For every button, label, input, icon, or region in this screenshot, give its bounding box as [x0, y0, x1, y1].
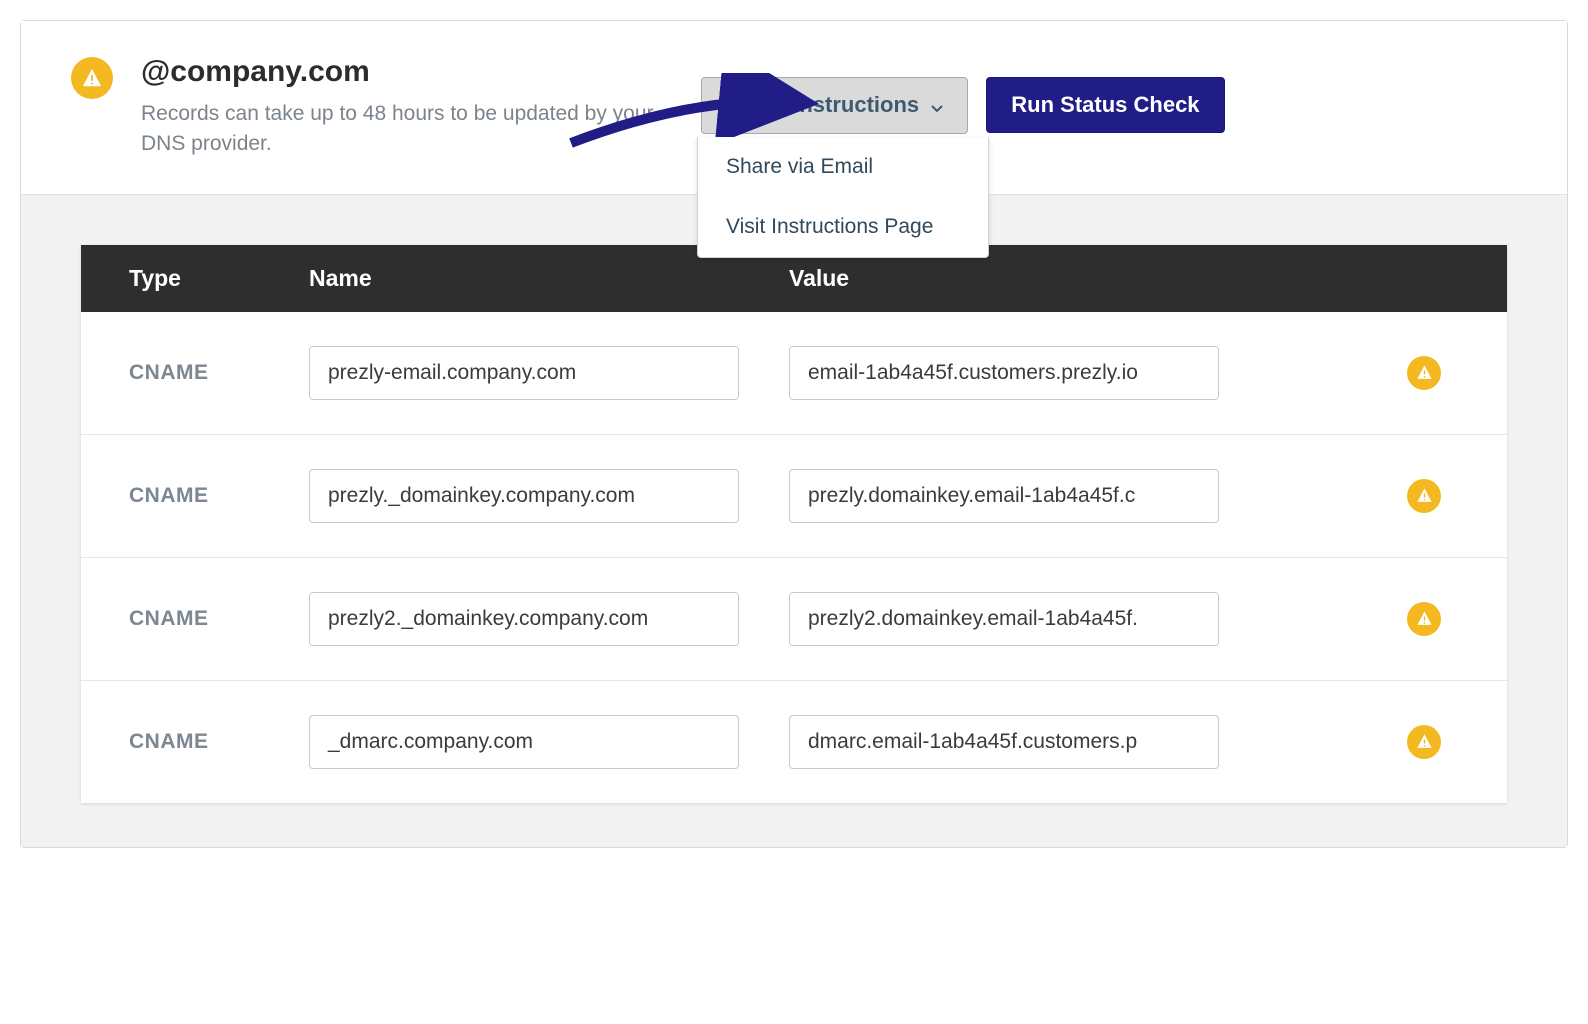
record-type: CNAME	[129, 484, 309, 508]
warning-icon	[1407, 479, 1441, 513]
col-header-value: Value	[789, 265, 1389, 292]
col-header-status	[1389, 265, 1459, 292]
warning-icon	[1407, 602, 1441, 636]
record-name-field[interactable]: _dmarc.company.com	[309, 715, 739, 769]
col-header-type: Type	[129, 265, 309, 292]
record-value-field[interactable]: email-1ab4a45f.customers.prezly.io	[789, 346, 1219, 400]
record-name-field[interactable]: prezly2._domainkey.company.com	[309, 592, 739, 646]
dropdown-visit-page[interactable]: Visit Instructions Page	[698, 197, 988, 257]
domain-subtitle: Records can take up to 48 hours to be up…	[141, 99, 701, 160]
record-value-field[interactable]: prezly2.domainkey.email-1ab4a45f.	[789, 592, 1219, 646]
dns-table: Type Name Value CNAME prezly-email.compa…	[81, 245, 1507, 803]
dns-settings-panel: @company.com Records can take up to 48 h…	[20, 20, 1568, 848]
header-text: @company.com Records can take up to 48 h…	[141, 55, 701, 160]
warning-icon	[1407, 725, 1441, 759]
col-header-name: Name	[309, 265, 789, 292]
warning-icon	[1407, 356, 1441, 390]
record-type: CNAME	[129, 607, 309, 631]
table-row: CNAME prezly-email.company.com email-1ab…	[81, 312, 1507, 435]
record-value-field[interactable]: prezly.domainkey.email-1ab4a45f.c	[789, 469, 1219, 523]
run-status-check-button[interactable]: Run Status Check	[986, 77, 1224, 133]
dns-table-section: Type Name Value CNAME prezly-email.compa…	[21, 195, 1567, 847]
share-instructions-label: Share Instructions	[726, 92, 919, 117]
record-value-field[interactable]: dmarc.email-1ab4a45f.customers.p	[789, 715, 1219, 769]
share-dropdown: Share via Email Visit Instructions Page	[697, 137, 989, 258]
table-row: CNAME _dmarc.company.com dmarc.email-1ab…	[81, 681, 1507, 803]
share-instructions-button[interactable]: Share Instructions	[701, 77, 968, 134]
header-actions: Share Instructions Share via Email Visit…	[701, 77, 1225, 134]
record-name-field[interactable]: prezly-email.company.com	[309, 346, 739, 400]
domain-title: @company.com	[141, 55, 701, 89]
record-type: CNAME	[129, 361, 309, 385]
table-row: CNAME prezly._domainkey.company.com prez…	[81, 435, 1507, 558]
domain-status-icon	[71, 57, 113, 99]
panel-header: @company.com Records can take up to 48 h…	[21, 21, 1567, 195]
chevron-down-icon	[931, 93, 943, 119]
record-type: CNAME	[129, 730, 309, 754]
record-name-field[interactable]: prezly._domainkey.company.com	[309, 469, 739, 523]
warning-icon	[71, 57, 113, 99]
table-row: CNAME prezly2._domainkey.company.com pre…	[81, 558, 1507, 681]
dropdown-share-email[interactable]: Share via Email	[698, 137, 988, 197]
